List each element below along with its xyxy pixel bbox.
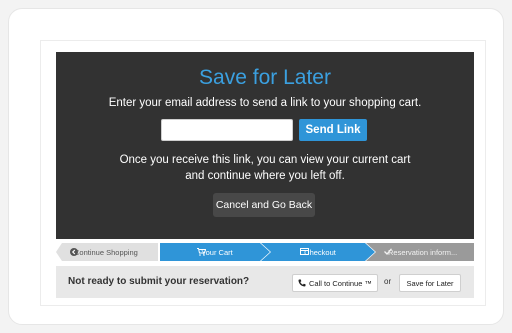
save-for-later-modal: Save for Later Enter your email address … — [56, 52, 474, 239]
step-continue-shopping[interactable]: Continue Shopping — [56, 243, 158, 261]
call-to-continue-button[interactable]: Call to Continue ™ — [292, 274, 378, 292]
modal-title: Save for Later — [199, 66, 331, 89]
send-link-button[interactable]: Send Link — [299, 119, 367, 141]
modal-body-text: Once you receive this link, you can view… — [56, 152, 474, 184]
footer-question: Not ready to submit your reservation? — [68, 276, 250, 287]
cancel-and-go-back-button[interactable]: Cancel and Go Back — [213, 193, 315, 217]
step-label: Reservation inform... — [388, 247, 458, 257]
email-input[interactable] — [161, 119, 293, 141]
save-for-later-button[interactable]: Save for Later — [399, 274, 461, 292]
checkout-steps: Continue Shopping Your Cart Checkout Res… — [56, 243, 474, 261]
step-label: Continue Shopping — [74, 247, 138, 257]
phone-icon — [298, 279, 306, 287]
modal-body-line: and continue where you left off. — [185, 170, 345, 182]
footer-bar: Not ready to submit your reservation? Ca… — [56, 266, 474, 298]
step-reservation-information: Reservation inform... — [366, 243, 474, 261]
call-to-continue-label: Call to Continue ™ — [309, 278, 372, 288]
modal-subtitle: Enter your email address to send a link … — [108, 97, 422, 109]
step-checkout[interactable]: Checkout — [261, 243, 375, 261]
step-your-cart[interactable]: Your Cart — [160, 243, 270, 261]
or-separator: or — [384, 277, 392, 286]
modal-body-line: Once you receive this link, you can view… — [119, 154, 411, 166]
